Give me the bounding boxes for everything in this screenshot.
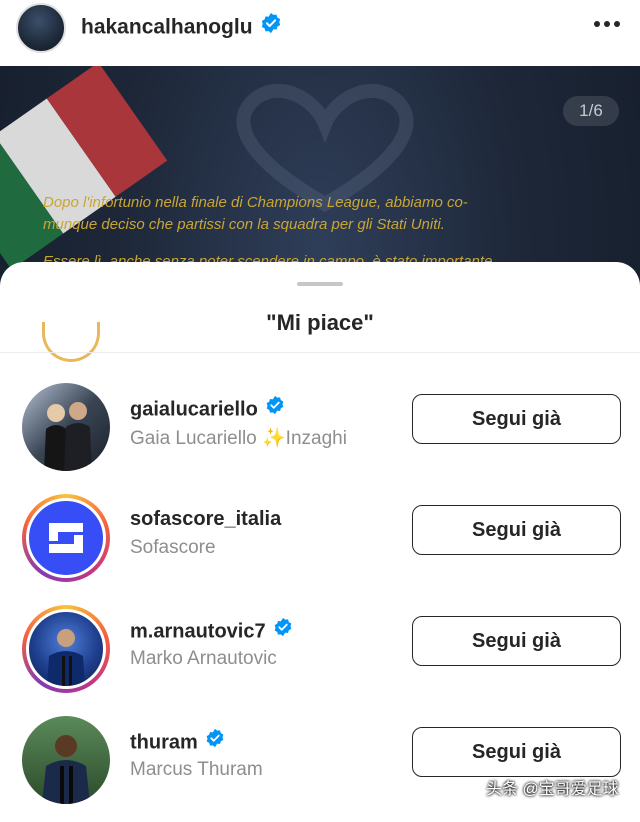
likes-sheet: "Mi piace" gaialucariello Gaia Lucariell… — [0, 262, 640, 822]
avatar[interactable] — [42, 322, 100, 362]
caption-line: Dopo l'infortunio nella finale di Champi… — [43, 194, 468, 211]
profile-avatar[interactable] — [16, 3, 66, 53]
more-horizontal-icon[interactable] — [592, 12, 622, 36]
list-item[interactable]: m.arnautovic7 Marko Arnautovic Segui già — [0, 591, 640, 701]
verified-badge-icon — [260, 12, 282, 40]
header-username[interactable]: hakancalhanoglu — [81, 16, 253, 39]
username[interactable]: gaialucariello — [130, 398, 258, 420]
header-username-row[interactable]: hakancalhanoglu — [81, 12, 282, 42]
full-name: Sofascore — [130, 537, 216, 558]
full-name: Gaia Lucariello ✨Inzaghi — [130, 428, 347, 449]
username-row[interactable]: m.arnautovic7 — [130, 617, 293, 645]
username[interactable]: thuram — [130, 731, 198, 753]
verified-badge-icon — [205, 728, 225, 754]
list-item[interactable]: sofascore_italia Sofascore Segui già — [0, 480, 640, 590]
sofascore-logo-icon — [49, 523, 83, 553]
full-name: Marko Arnautovic — [130, 648, 277, 669]
verified-badge-icon — [273, 617, 293, 643]
following-button[interactable]: Segui già — [412, 727, 621, 777]
watermark: 头条 @宝哥爱足球 — [486, 781, 619, 798]
avatar[interactable] — [22, 494, 110, 582]
caption-line: munque deciso che partissi con la squadr… — [43, 216, 445, 233]
post-header: hakancalhanoglu — [0, 0, 640, 66]
avatar[interactable] — [22, 605, 110, 693]
verified-badge-icon — [265, 395, 285, 421]
username[interactable]: m.arnautovic7 — [130, 620, 266, 642]
italian-flag-graphic — [0, 66, 168, 270]
divider — [0, 352, 640, 353]
following-button[interactable]: Segui già — [412, 394, 621, 444]
avatar[interactable] — [22, 383, 110, 471]
list-item[interactable]: gaialucariello Gaia Lucariello ✨Inzaghi … — [0, 369, 640, 479]
page-counter: 1/6 — [563, 96, 619, 126]
following-button[interactable]: Segui già — [412, 616, 621, 666]
avatar[interactable] — [22, 716, 110, 804]
username-row[interactable]: gaialucariello — [130, 395, 285, 423]
full-name: Marcus Thuram — [130, 759, 263, 780]
following-button[interactable]: Segui già — [412, 505, 621, 555]
username[interactable]: sofascore_italia — [130, 508, 281, 531]
sheet-grabber[interactable] — [297, 282, 343, 286]
username-row[interactable]: thuram — [130, 728, 225, 756]
